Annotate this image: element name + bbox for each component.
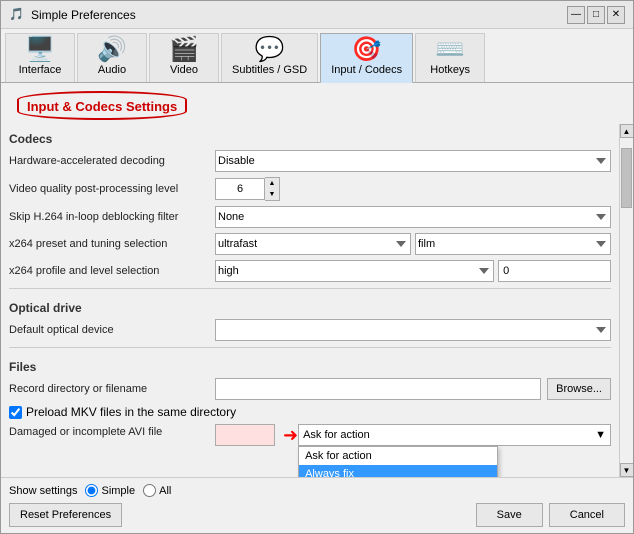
damaged-avi-dropdown: Ask for action ▼ Ask for action Always f… [298,424,611,446]
avi-option-ask[interactable]: Ask for action [299,447,497,465]
window-controls: — □ ✕ [567,6,625,24]
record-dir-row: Record directory or filename Browse... [9,378,611,400]
input-icon: 🎯 [352,38,382,62]
spin-up[interactable]: ▲ [265,178,279,189]
damaged-avi-trigger[interactable]: Ask for action ▼ [298,424,611,446]
show-settings-label: Show settings [9,485,77,497]
x264-profile-row: x264 profile and level selection high ba… [9,260,611,282]
scroll-up-button[interactable]: ▲ [620,124,634,138]
close-button[interactable]: ✕ [607,6,625,24]
browse-button[interactable]: Browse... [547,378,611,400]
simple-radio[interactable] [85,484,98,497]
skip-h264-row: Skip H.264 in-loop deblocking filter Non… [9,206,611,228]
tab-interface[interactable]: 🖥️ Interface [5,33,75,82]
all-radio-label[interactable]: All [143,484,171,497]
main-content: Codecs Hardware-accelerated decoding Dis… [1,124,619,477]
hardware-decoding-label: Hardware-accelerated decoding [9,155,209,167]
skip-h264-select[interactable]: None Non-ref Bidir [215,206,611,228]
x264-preset-selects: ultrafast fast medium film animation gra… [215,233,611,255]
tab-video[interactable]: 🎬 Video [149,33,219,82]
video-quality-row: Video quality post-processing level ▲ ▼ [9,177,611,201]
scroll-thumb[interactable] [621,148,632,208]
x264-profile-label: x264 profile and level selection [9,265,209,277]
optical-device-select[interactable] [215,319,611,341]
app-icon: 🎵 [9,7,25,23]
spin-buttons: ▲ ▼ [265,177,280,201]
tab-subtitles[interactable]: 💬 Subtitles / GSD [221,33,318,82]
title-bar: 🎵 Simple Preferences — □ ✕ [1,1,633,29]
bottom-bar: Show settings Simple All Reset Preferenc… [1,477,633,533]
video-icon: 🎬 [169,38,199,62]
tab-hotkeys-label: Hotkeys [430,64,470,76]
preload-label: Preload MKV files in the same directory [26,405,236,419]
hardware-decoding-select[interactable]: Disable Automatic Direct3D11 [215,150,611,172]
minimize-button[interactable]: — [567,6,585,24]
content-scroll-area: Codecs Hardware-accelerated decoding Dis… [1,124,633,477]
x264-profile-selects: high baseline main [215,260,611,282]
tab-input-label: Input / Codecs [331,64,402,76]
right-buttons: Save Cancel [476,503,625,527]
damaged-avi-value: Ask for action [303,429,595,441]
optical-label: Optical drive [9,301,611,315]
subtitles-icon: 💬 [255,38,285,62]
x264-tuning-select[interactable]: film animation grain [415,233,611,255]
section-title: Input & Codecs Settings [17,91,187,120]
arrow-icon: ➜ [283,425,298,446]
dropdown-arrow-icon: ▼ [595,429,606,441]
simple-radio-label[interactable]: Simple [85,484,135,497]
tab-audio[interactable]: 🔊 Audio [77,33,147,82]
record-dir-input[interactable] [215,378,541,400]
x264-preset-label: x264 preset and tuning selection [9,238,209,250]
files-section: Files Record directory or filename Brows… [9,347,611,419]
scroll-thumb-area [620,138,633,463]
video-quality-spinner: ▲ ▼ [215,177,285,201]
x264-level-input[interactable] [498,260,611,282]
tab-interface-label: Interface [19,64,62,76]
optical-device-row: Default optical device [9,319,611,341]
x264-preset-select[interactable]: ultrafast fast medium [215,233,411,255]
hardware-decoding-row: Hardware-accelerated decoding Disable Au… [9,150,611,172]
tab-video-label: Video [170,64,198,76]
scrollbar: ▲ ▼ [619,124,633,477]
tab-subtitles-label: Subtitles / GSD [232,64,307,76]
codecs-label: Codecs [9,132,611,146]
nav-tabs: 🖥️ Interface 🔊 Audio 🎬 Video 💬 Subtitles… [1,29,633,83]
bottom-buttons: Reset Preferences Save Cancel [9,503,625,527]
files-label: Files [9,360,611,374]
damaged-avi-row: Damaged or incomplete AVI file ➜ Ask for… [9,424,611,446]
window-title: Simple Preferences [31,8,136,22]
audio-icon: 🔊 [97,38,127,62]
damaged-avi-label: Damaged or incomplete AVI file [9,424,209,438]
main-window: 🎵 Simple Preferences — □ ✕ 🖥️ Interface … [0,0,634,534]
skip-h264-label: Skip H.264 in-loop deblocking filter [9,211,209,223]
hotkeys-icon: ⌨️ [435,38,465,62]
damaged-avi-list: Ask for action Always fix Never fix Fix … [298,446,498,477]
avi-option-always[interactable]: Always fix [299,465,497,477]
cancel-button[interactable]: Cancel [549,503,625,527]
x264-profile-select[interactable]: high baseline main [215,260,494,282]
tab-input[interactable]: 🎯 Input / Codecs [320,33,413,83]
tab-hotkeys[interactable]: ⌨️ Hotkeys [415,33,485,82]
maximize-button[interactable]: □ [587,6,605,24]
preload-checkbox[interactable] [9,406,22,419]
interface-icon: 🖥️ [25,38,55,62]
record-dir-label: Record directory or filename [9,383,209,395]
optical-device-label: Default optical device [9,324,209,336]
all-radio[interactable] [143,484,156,497]
video-quality-input[interactable] [215,178,265,200]
spin-down[interactable]: ▼ [265,189,279,200]
optical-section: Optical drive Default optical device [9,288,611,341]
x264-preset-row: x264 preset and tuning selection ultrafa… [9,233,611,255]
video-quality-label: Video quality post-processing level [9,183,209,195]
simple-label: Simple [101,485,135,497]
preload-row: Preload MKV files in the same directory [9,405,611,419]
all-label: All [159,485,171,497]
show-settings-row: Show settings Simple All [9,484,625,497]
save-button[interactable]: Save [476,503,543,527]
reset-button[interactable]: Reset Preferences [9,503,122,527]
scroll-down-button[interactable]: ▼ [620,463,634,477]
tab-audio-label: Audio [98,64,126,76]
